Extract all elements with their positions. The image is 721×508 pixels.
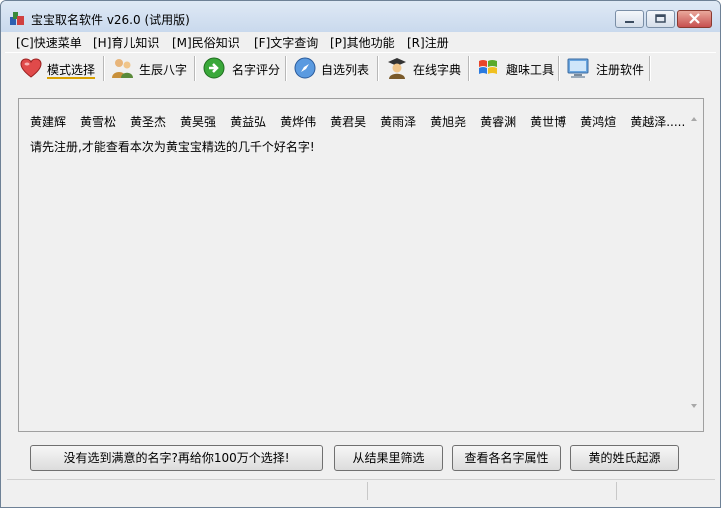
maximize-button[interactable] (646, 10, 675, 28)
name-item: 黄益弘 (230, 115, 267, 129)
toolbar-birth-chart[interactable]: 生辰八字 (105, 53, 193, 83)
window-title: 宝宝取名软件 v26.0 (试用版) (31, 13, 190, 27)
people-icon (112, 59, 133, 78)
menu-other[interactable]: [P]其他功能 (330, 34, 395, 51)
toolbar-fun-tools[interactable]: 趣味工具 (470, 53, 558, 83)
status-cell (7, 482, 368, 500)
minimize-button[interactable] (615, 10, 644, 28)
surname-origin-button[interactable]: 黄的姓氏起源 (570, 445, 679, 471)
toolbar-label: 趣味工具 (506, 63, 555, 77)
toolbar-online-dictionary[interactable]: 在线字典 (379, 53, 467, 83)
name-item: 黄鸿煊 (580, 115, 617, 129)
name-list: 黄建辉 黄雪松 黄圣杰 黄昊强 黄益弘 黄烨伟 黄君昊 黄雨泽 黄旭尧 黄睿渊 黄世博 黄鸿煊 黄越泽.… (30, 113, 699, 130)
toolbar-label: 自选列表 (321, 63, 370, 77)
scholar-icon (388, 58, 406, 79)
toolbar-label: 模式选择 (47, 63, 96, 77)
name-item: 黄世博 (530, 115, 567, 129)
green-arrow-icon (203, 57, 225, 79)
status-cell (618, 482, 715, 500)
menu-folklore[interactable]: [M]民俗知识 (172, 34, 240, 51)
heart-icon (20, 58, 42, 78)
filter-results-button[interactable]: 从结果里筛选 (334, 445, 443, 471)
close-icon (689, 13, 700, 24)
title-bar: 宝宝取名软件 v26.0 (试用版) (1, 1, 720, 32)
close-button[interactable] (677, 10, 712, 28)
name-item: 黄君昊 (330, 115, 367, 129)
windows-flag-icon (479, 60, 497, 74)
scroll-down-icon[interactable] (691, 404, 697, 408)
name-item: 黄睿渊 (480, 115, 517, 129)
compass-icon (294, 57, 316, 79)
menu-bar: [C]快速菜单 [H]育儿知识 [M]民俗知识 [F]文字查询 [P]其他功能 … (1, 32, 720, 51)
menu-char-lookup[interactable]: [F]文字查询 (254, 34, 318, 51)
monitor-icon (567, 58, 589, 78)
app-window: 宝宝取名软件 v26.0 (试用版) [C]快速菜单 [H]育儿知识 [M]民俗… (0, 0, 721, 508)
toolbar-label: 在线字典 (413, 63, 462, 77)
toolbar-custom-list[interactable]: 自选列表 (287, 53, 375, 83)
toolbar-name-score[interactable]: 名字评分 (196, 53, 284, 83)
toolbar-label: 名字评分 (232, 63, 281, 77)
toolbar-separator (649, 56, 651, 81)
results-panel[interactable]: 黄建辉 黄雪松 黄圣杰 黄昊强 黄益弘 黄烨伟 黄君昊 黄雨泽 黄旭尧 黄睿渊 黄世博 黄鸿煊 黄越泽.… (18, 98, 704, 432)
toolbar: 模式选择 生辰八字 名字评分 自选列表 在线字典 趣味工具 注册软件 (5, 52, 716, 86)
scroll-up-icon[interactable] (691, 117, 697, 121)
name-item: 黄圣杰 (130, 115, 167, 129)
more-choices-button[interactable]: 没有选到满意的名字?再给你100万个选择! (30, 445, 323, 471)
status-bar (7, 479, 715, 502)
toolbar-label: 注册软件 (596, 63, 645, 77)
name-item: 黄雨泽 (380, 115, 417, 129)
view-attributes-button[interactable]: 查看各名字属性 (452, 445, 561, 471)
maximize-icon (655, 14, 666, 23)
status-cell (369, 482, 617, 500)
minimize-icon (625, 21, 634, 23)
name-item: 黄建辉 (30, 115, 67, 129)
vertical-scrollbar[interactable] (687, 99, 703, 431)
toolbar-register-software[interactable]: 注册软件 (560, 53, 650, 83)
register-notice: 请先注册,才能查看本次为黄宝宝精选的几千个好名字! (30, 140, 315, 154)
name-item: 黄越泽..... (630, 115, 686, 129)
menu-parenting[interactable]: [H]育儿知识 (93, 34, 159, 51)
name-item: 黄昊强 (180, 115, 217, 129)
menu-quick[interactable]: [C]快速菜单 (16, 34, 82, 51)
app-icon (10, 12, 24, 25)
menu-register[interactable]: [R]注册 (407, 34, 449, 51)
toolbar-mode-select[interactable]: 模式选择 (13, 53, 103, 83)
name-item: 黄烨伟 (280, 115, 317, 129)
name-item: 黄旭尧 (430, 115, 467, 129)
toolbar-label: 生辰八字 (139, 63, 188, 77)
name-item: 黄雪松 (80, 115, 117, 129)
